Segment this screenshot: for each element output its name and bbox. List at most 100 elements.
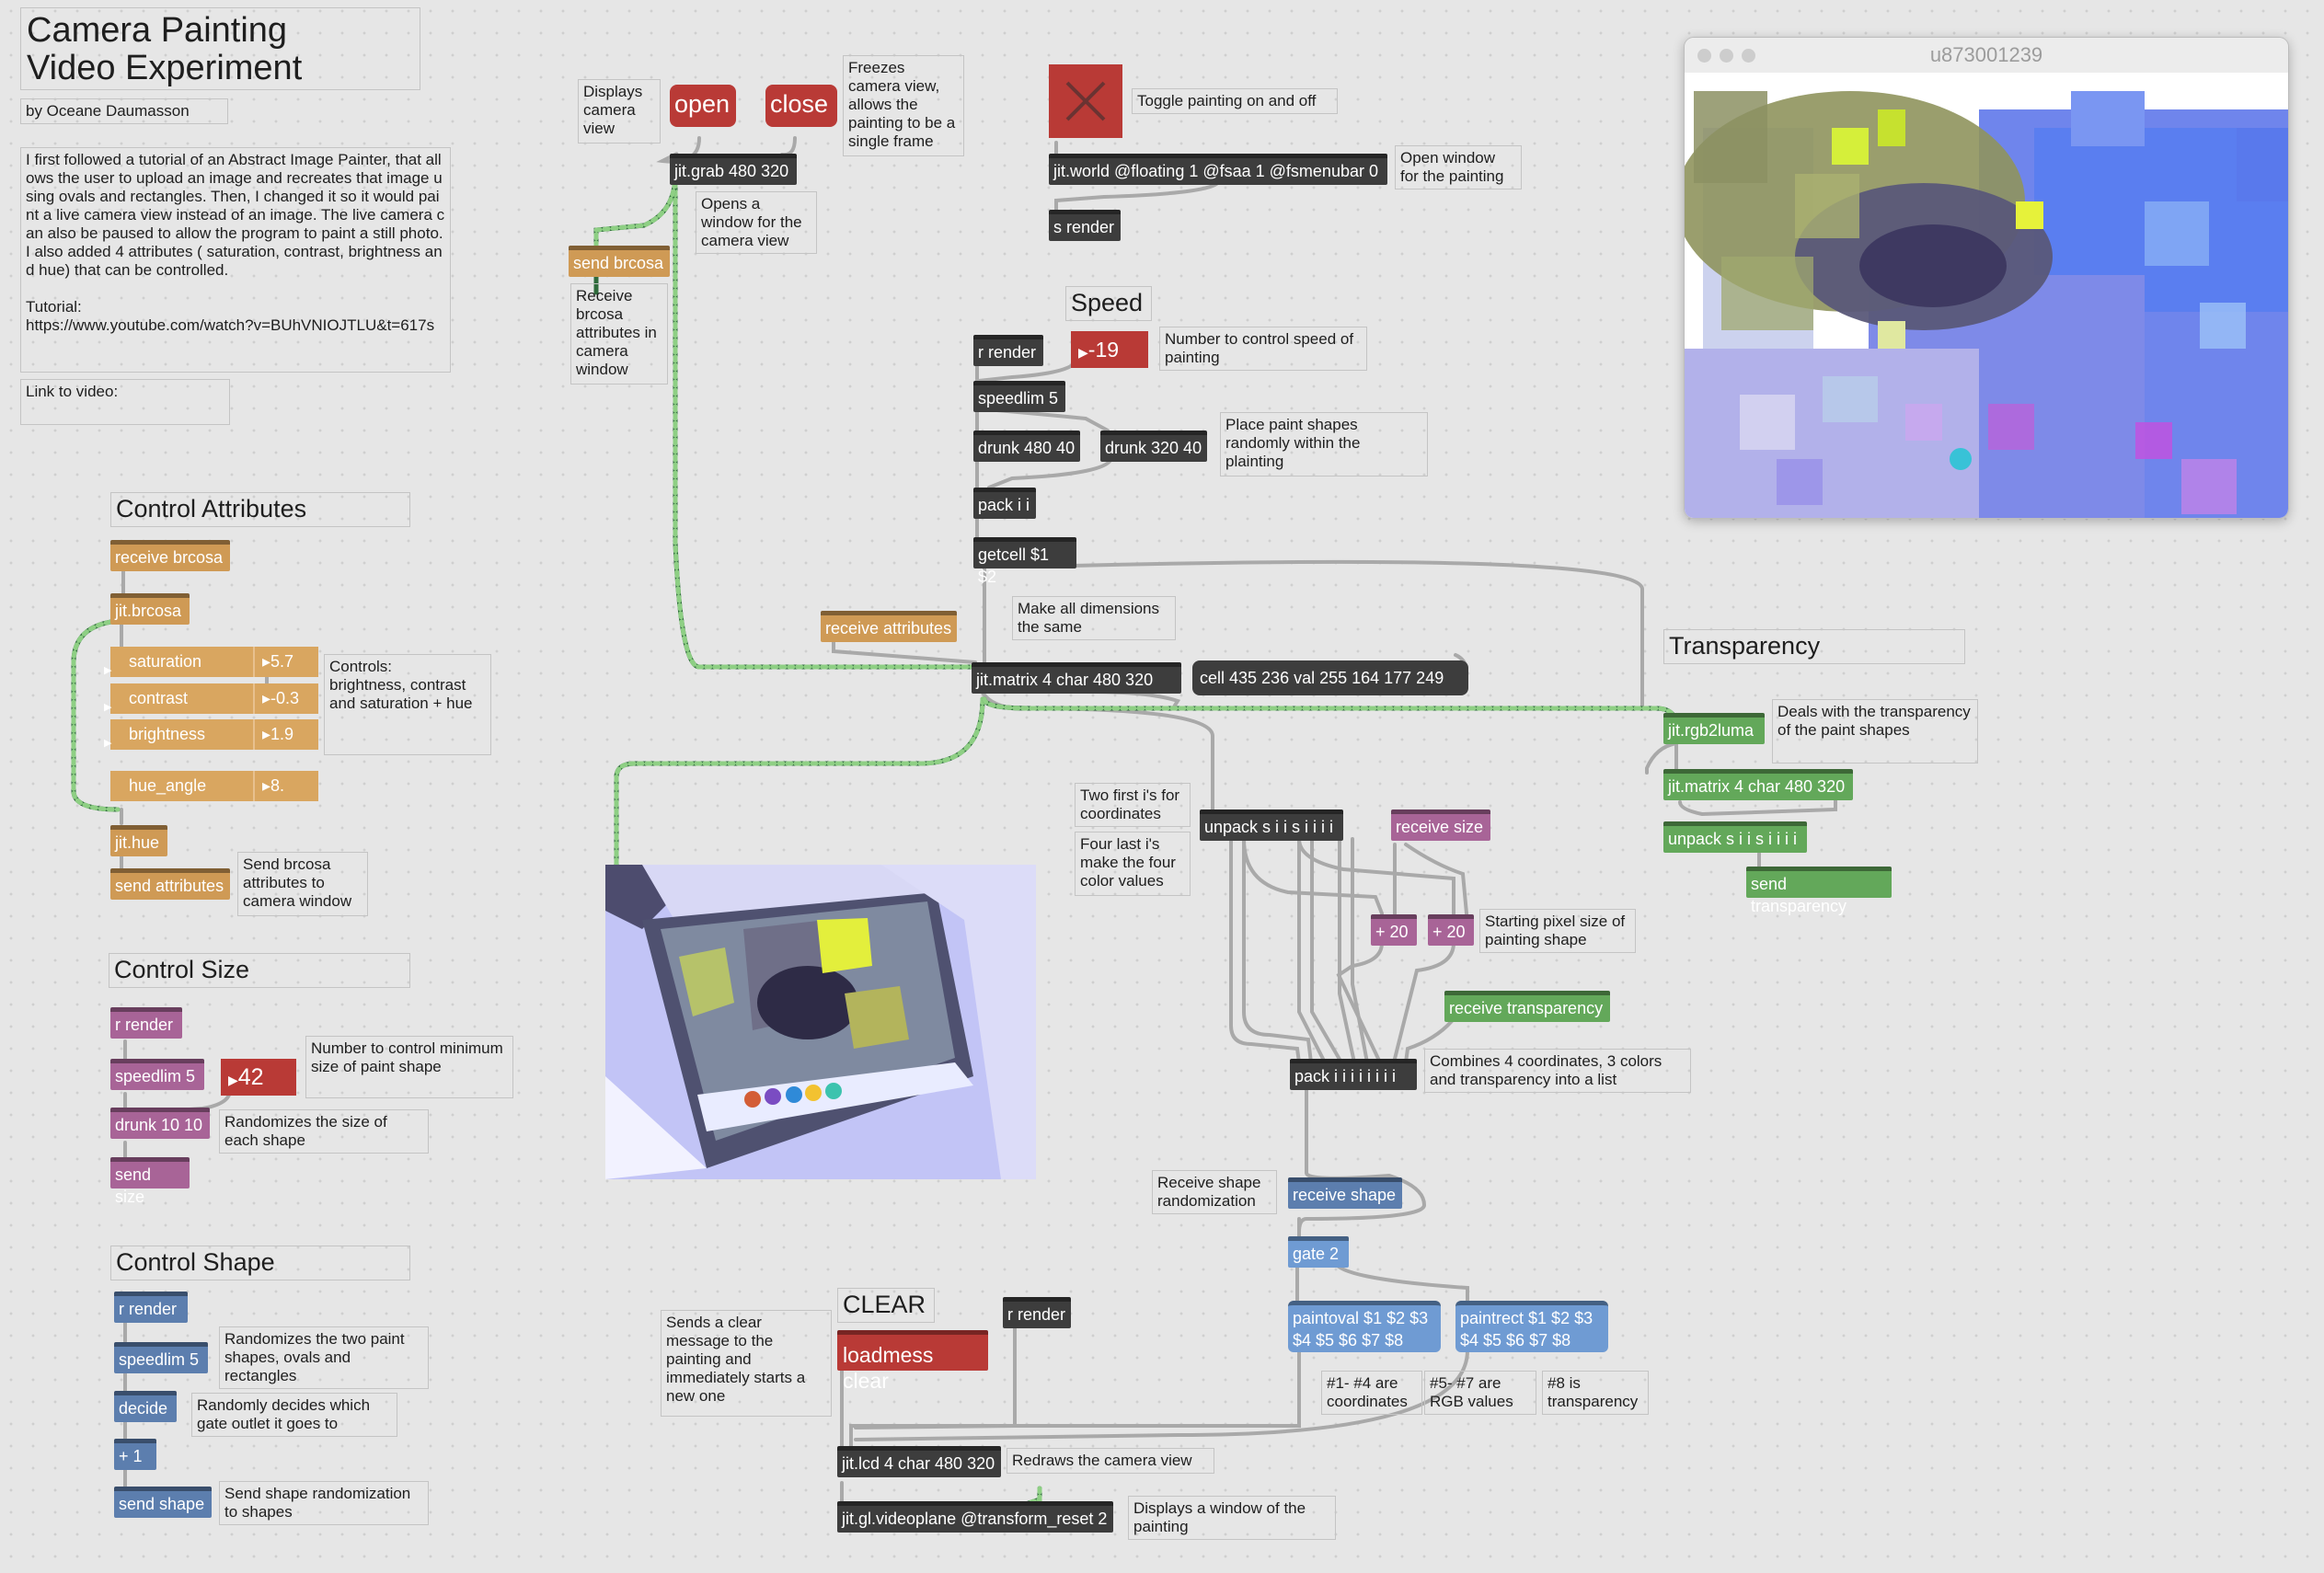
jit-hue-object[interactable]: jit.hue xyxy=(110,825,167,856)
size-drunk-comment: Randomizes the size of each shape xyxy=(219,1109,429,1154)
shape-speedlim-object[interactable]: speedlim 5 xyxy=(114,1342,208,1373)
toggle-comment: Toggle painting on and off xyxy=(1132,88,1338,114)
controls-comment: Controls: brightness, contrast and satur… xyxy=(324,654,491,755)
gate-object[interactable]: gate 2 xyxy=(1288,1236,1349,1268)
getcell-object[interactable]: getcell $1 $2 xyxy=(973,537,1076,586)
speed-r-render-object[interactable]: r render xyxy=(973,335,1043,366)
jit-brcosa-object[interactable]: jit.brcosa xyxy=(110,593,190,625)
attr-arrow-icon: ▶ xyxy=(104,665,112,676)
value-arrow-icon: ▸ xyxy=(262,725,271,743)
size-drunk-object[interactable]: drunk 10 10 xyxy=(110,1108,210,1139)
combines-comment: Combines 4 coordinates, 3 colors and tra… xyxy=(1424,1049,1691,1093)
send-attributes-object[interactable]: send attributes xyxy=(110,868,230,900)
receive-attributes-object[interactable]: receive attributes xyxy=(821,611,957,642)
speed-pack-object[interactable]: pack i i xyxy=(973,488,1036,519)
decide-object[interactable]: decide xyxy=(114,1391,177,1422)
receive-brcosa-object[interactable]: receive brcosa xyxy=(110,540,230,571)
opens-window-comment: Opens a window for the camera view xyxy=(696,191,817,254)
receive-size-object[interactable]: receive size xyxy=(1391,809,1490,841)
painting-window-title: u873001239 xyxy=(1929,43,2043,66)
hue-number: 8. xyxy=(270,776,285,795)
plus-one-object[interactable]: + 1 xyxy=(114,1439,156,1470)
deals-comment: Deals with the transparency of the paint… xyxy=(1772,699,1978,764)
saturation-value[interactable]: ▸5.7 xyxy=(253,647,318,677)
close-message[interactable]: close xyxy=(765,85,837,127)
value-arrow-icon: ▸ xyxy=(262,652,271,671)
speed-title: Speed xyxy=(1065,286,1152,321)
speed-speedlim-object[interactable]: speedlim 5 xyxy=(973,381,1065,412)
colors-comment: Four last i's make the four color values xyxy=(1075,832,1191,896)
size-number-comment: Number to control minimum size of paint … xyxy=(305,1036,513,1098)
value-arrow-icon: ▸ xyxy=(262,689,271,707)
receive-transparency-object[interactable]: receive transparency xyxy=(1444,991,1610,1022)
painting-toggle[interactable] xyxy=(1049,64,1122,138)
author-comment: by Oceane Daumasson xyxy=(20,98,228,124)
speed-number-value: -19 xyxy=(1087,338,1120,362)
pack-object[interactable]: pack i i i i i i i i xyxy=(1290,1059,1417,1090)
videoplane-object[interactable]: jit.gl.videoplane @transform_reset 2 xyxy=(837,1501,1113,1533)
paintrect-message[interactable]: paintrect $1 $2 $3 $4 $5 $6 $7 $8 xyxy=(1455,1301,1608,1352)
painting-canvas xyxy=(1685,73,2288,518)
loadmess-clear-object[interactable]: loadmess clear xyxy=(837,1330,988,1393)
send-size-object[interactable]: send size xyxy=(110,1157,190,1206)
window-zoom-icon[interactable] xyxy=(1742,49,1755,63)
speed-number-box[interactable]: ▶-19 xyxy=(1071,331,1148,368)
contrast-label: contrast xyxy=(129,689,189,707)
jit-grab-object[interactable]: jit.grab 480 320 xyxy=(670,154,797,185)
painting-window[interactable]: u873001239 xyxy=(1684,37,2289,519)
camera-view-window[interactable] xyxy=(605,865,1036,1179)
clear-r-render-object[interactable]: r render xyxy=(1003,1297,1071,1328)
displays-painting-comment: Displays a window of the painting xyxy=(1128,1496,1336,1540)
redraws-comment: Redraws the camera view xyxy=(1007,1448,1214,1474)
open-message[interactable]: open xyxy=(670,85,736,127)
send-transparency-object[interactable]: send transparency xyxy=(1746,867,1892,915)
plus-twenty-a-object[interactable]: + 20 xyxy=(1371,914,1417,946)
jit-matrix-object[interactable]: jit.matrix 4 char 480 320 xyxy=(972,662,1181,694)
clear-title: CLEAR xyxy=(837,1288,935,1323)
size-number-box[interactable]: ▶42 xyxy=(221,1059,296,1096)
send-shape-comment: Send shape randomization to shapes xyxy=(219,1481,429,1525)
paintoval-message[interactable]: paintoval $1 $2 $3 $4 $5 $6 $7 $8 xyxy=(1288,1301,1441,1352)
size-speedlim-object[interactable]: speedlim 5 xyxy=(110,1059,204,1090)
send-brcosa-object[interactable]: send brcosa xyxy=(569,246,670,277)
displays-camera-comment: Displays camera view xyxy=(578,79,661,144)
hue-value[interactable]: ▸8. xyxy=(253,771,318,801)
description-comment: I first followed a tutorial of an Abstra… xyxy=(20,147,451,373)
s-render-object[interactable]: s render xyxy=(1049,210,1121,241)
size-r-render-object[interactable]: r render xyxy=(110,1007,182,1039)
drunk-x-object[interactable]: drunk 480 40 xyxy=(973,431,1080,462)
brightness-value[interactable]: ▸1.9 xyxy=(253,719,318,750)
plus-twenty-b-object[interactable]: + 20 xyxy=(1428,914,1474,946)
jit-lcd-object[interactable]: jit.lcd 4 char 480 320 xyxy=(837,1446,1001,1477)
brightness-number: 1.9 xyxy=(270,725,294,743)
rgb2luma-object[interactable]: jit.rgb2luma xyxy=(1663,713,1765,744)
contrast-attribute[interactable]: ▶ contrast ▸-0.3 xyxy=(104,683,318,714)
painting-window-titlebar[interactable]: u873001239 xyxy=(1685,38,2288,73)
shape-r-render-object[interactable]: r render xyxy=(114,1292,188,1323)
unpack-object[interactable]: unpack s i i s i i i i xyxy=(1200,809,1343,841)
window-minimize-icon[interactable] xyxy=(1720,49,1733,63)
brightness-label: brightness xyxy=(129,725,206,743)
hue-attribute[interactable]: hue_angle ▸8. xyxy=(110,771,318,801)
coordinates-comment: #1- #4 are coordinates xyxy=(1321,1371,1422,1415)
jit-world-object[interactable]: jit.world @floating 1 @fsaa 1 @fsmenubar… xyxy=(1049,154,1387,185)
transparency-matrix-object[interactable]: jit.matrix 4 char 480 320 xyxy=(1663,769,1853,800)
camera-view-image xyxy=(605,865,1036,1179)
sends-clear-comment: Sends a clear message to the painting an… xyxy=(661,1310,832,1417)
shape-speedlim-comment: Randomizes the two paint shapes, ovals a… xyxy=(219,1326,429,1389)
transparency-title: Transparency xyxy=(1663,629,1965,664)
control-attributes-title: Control Attributes xyxy=(110,492,410,527)
value-arrow-icon: ▸ xyxy=(262,776,271,795)
hue-label: hue_angle xyxy=(129,776,207,795)
contrast-value[interactable]: ▸-0.3 xyxy=(253,683,318,714)
transparency-unpack-object[interactable]: unpack s i i s i i i i xyxy=(1663,821,1807,853)
saturation-attribute[interactable]: ▶ saturation ▸5.7 xyxy=(104,647,318,677)
open-window-comment: Open window for the painting xyxy=(1395,145,1522,189)
send-shape-object[interactable]: send shape xyxy=(114,1487,212,1518)
cell-message[interactable]: cell 435 236 val 255 164 177 249 xyxy=(1192,660,1468,695)
brightness-attribute[interactable]: ▶ brightness ▸1.9 xyxy=(104,719,318,750)
video-link-comment: Link to video: xyxy=(20,379,230,425)
receive-shape-object[interactable]: receive shape xyxy=(1288,1177,1402,1209)
drunk-y-object[interactable]: drunk 320 40 xyxy=(1100,431,1207,462)
window-close-icon[interactable] xyxy=(1697,49,1711,63)
